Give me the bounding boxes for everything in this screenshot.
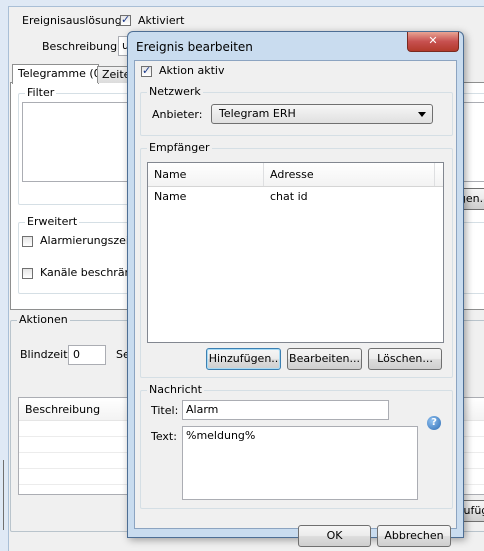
close-button[interactable]: ✕ [407, 32, 459, 52]
filter-legend: Filter [25, 86, 57, 100]
tab-telegrams-label: Telegramme (0) [18, 67, 105, 80]
column-header-name[interactable]: Name [148, 163, 264, 186]
dialog-client: Aktion aktiv Netzwerk Anbieter: Telegram… [134, 60, 457, 547]
help-icon[interactable]: ? [427, 416, 441, 430]
network-legend: Netzwerk [147, 85, 203, 99]
edit-recipient-button[interactable]: Bearbeiten... [287, 348, 362, 370]
dialog-title: Ereignis bearbeiten [136, 40, 253, 54]
text-value: %meldung% [186, 429, 256, 442]
close-icon: ✕ [428, 34, 438, 47]
delete-recipient-button[interactable]: Löschen... [368, 348, 442, 370]
cancel-label: Abbrechen [384, 529, 444, 542]
recipient-name: Name [154, 190, 187, 203]
cancel-button[interactable]: Abbrechen [377, 525, 451, 547]
ok-button[interactable]: OK [298, 525, 371, 547]
window-top-border [0, 0, 484, 7]
help-icon-glyph: ? [431, 417, 437, 428]
recipient-address: chat id [270, 190, 308, 203]
actions-table-header-label: Beschreibung [25, 403, 101, 416]
ok-label: OK [326, 529, 343, 542]
recipients-header: Name Adresse [148, 163, 443, 187]
title-value: Alarm [186, 403, 219, 416]
provider-select[interactable]: Telegram ERH [211, 104, 433, 124]
message-legend: Nachricht [147, 383, 204, 397]
trigger-label: Ereignisauslösung: [22, 14, 126, 27]
actions-legend: Aktionen [17, 313, 70, 327]
text-textarea[interactable]: %meldung% [182, 426, 418, 500]
tab-telegrams[interactable]: Telegramme (0) [12, 64, 105, 84]
delete-recipient-label: Löschen... [377, 352, 433, 365]
recipients-legend: Empfänger [147, 141, 212, 155]
chevron-down-icon [418, 112, 426, 117]
recipients-list[interactable]: Name Adresse Name chat id [147, 162, 444, 343]
alarm-times-checkbox[interactable] [22, 236, 33, 247]
column-header-name-label: Name [154, 168, 187, 181]
blind-time-input[interactable]: 0 [68, 345, 106, 365]
provider-value: Telegram ERH [219, 107, 296, 120]
blind-time-label: Blindzeit: [20, 348, 72, 361]
dialog-window: Ereignis bearbeiten ✕ Aktion aktiv Netzw… [127, 31, 464, 547]
column-header-address-label: Adresse [270, 168, 314, 181]
text-label: Text: [151, 430, 177, 443]
add-recipient-label: Hinzufügen.. [208, 352, 279, 365]
advanced-legend: Erweitert [25, 215, 80, 229]
title-label: Titel: [151, 404, 179, 417]
add-recipient-button[interactable]: Hinzufügen.. [206, 348, 281, 370]
trigger-checkbox[interactable] [120, 13, 131, 26]
action-active-label: Aktion aktiv [159, 64, 225, 77]
blind-time-value: 0 [73, 348, 80, 361]
provider-label: Anbieter: [152, 108, 203, 121]
trigger-checkbox-label: Aktiviert [138, 14, 185, 27]
description-label: Beschreibung: [42, 40, 121, 53]
edit-recipient-label: Bearbeiten... [289, 352, 360, 365]
action-active-checkbox[interactable] [141, 64, 152, 77]
left-stub-buttons [0, 460, 4, 530]
column-header-address[interactable]: Adresse [264, 163, 435, 186]
channels-checkbox[interactable] [22, 268, 33, 279]
list-item[interactable]: Name chat id [148, 187, 443, 205]
title-input[interactable]: Alarm [182, 400, 389, 420]
